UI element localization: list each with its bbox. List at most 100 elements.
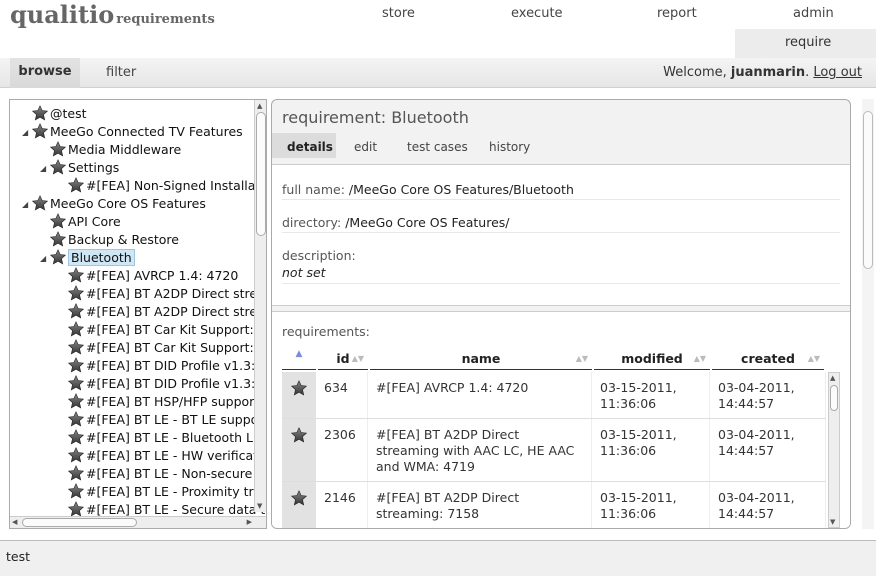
tree-node[interactable]: Media Middleware bbox=[40, 141, 181, 159]
sort-icon: ▲▼ bbox=[693, 354, 706, 363]
directory-value: /MeeGo Core OS Features/ bbox=[345, 215, 510, 230]
tree-node[interactable]: #[FEA] BT A2DP Direct streami bbox=[58, 285, 266, 303]
star-icon bbox=[67, 339, 85, 355]
logo-sub: requirements bbox=[116, 12, 215, 27]
expand-toggle-icon[interactable]: ◢ bbox=[40, 250, 50, 268]
tree-node[interactable]: ◢ Bluetooth bbox=[40, 249, 135, 267]
expand-toggle-icon[interactable]: ◢ bbox=[40, 160, 50, 178]
tree-node[interactable]: #[FEA] BT Car Kit Support: 716 bbox=[58, 339, 267, 357]
tree-node[interactable]: #[FEA] BT LE - BT LE support ir bbox=[58, 411, 266, 429]
tab-browse[interactable]: browse bbox=[10, 58, 80, 88]
tree-node[interactable]: ◢ MeeGo Connected TV Features bbox=[22, 123, 243, 141]
cell-name: #[FEA] BT A2DP Direct streaming with AAC… bbox=[370, 419, 592, 481]
tree-node-label: #[FEA] BT LE - HW verification bbox=[86, 448, 267, 463]
star-icon bbox=[67, 285, 85, 301]
star-icon bbox=[67, 375, 85, 391]
username: juanmarin bbox=[730, 65, 806, 80]
scroll-down-icon[interactable]: ▼ bbox=[257, 502, 262, 510]
tab-details[interactable]: details bbox=[287, 140, 333, 154]
tree-horizontal-scroll-thumb[interactable] bbox=[22, 518, 137, 527]
tree-node-label: #[FEA] BT Car Kit Support: 472 bbox=[86, 322, 267, 337]
tree-node[interactable]: ◢ MeeGo Core OS Features bbox=[22, 195, 206, 213]
star-icon bbox=[31, 105, 49, 121]
column-header-id[interactable]: id ▲▼ bbox=[318, 348, 368, 370]
star-icon bbox=[49, 231, 67, 247]
tree-node[interactable]: #[FEA] BT LE - Proximity tracki bbox=[58, 483, 266, 501]
column-header-created[interactable]: created ▲▼ bbox=[712, 348, 824, 370]
tree-node-label: API Core bbox=[68, 214, 121, 229]
star-icon bbox=[31, 195, 49, 211]
expand-toggle-icon[interactable]: ◢ bbox=[22, 124, 32, 142]
tree-node[interactable]: #[FEA] BT LE - HW verification bbox=[58, 447, 267, 465]
nav-require[interactable]: require bbox=[785, 35, 831, 50]
tree-node[interactable]: #[FEA] BT LE - Non-secure data bbox=[58, 465, 266, 483]
tree-vertical-scrollbar[interactable]: ▲ ▼ bbox=[254, 100, 266, 512]
nav-execute[interactable]: execute bbox=[511, 6, 563, 21]
sort-ascending-icon: ▲ bbox=[295, 349, 303, 359]
tree-vertical-scroll-thumb[interactable] bbox=[256, 112, 266, 236]
table-row[interactable]: 2306 #[FEA] BT A2DP Direct streaming with… bbox=[282, 419, 826, 482]
tree-node[interactable]: @test bbox=[22, 105, 87, 123]
star-icon bbox=[67, 447, 85, 463]
requirements-section: requirements: ▲ id ▲▼ name ▲▼ modified ▲… bbox=[272, 311, 850, 528]
column-header-name[interactable]: name ▲▼ bbox=[370, 348, 592, 370]
table-row[interactable]: 2146 #[FEA] BT A2DP Direct streaming: 715… bbox=[282, 482, 826, 528]
tree-node-label: Backup & Restore bbox=[68, 232, 179, 247]
requirements-tree[interactable]: @test ◢ MeeGo Connected TV Features Media M… bbox=[9, 99, 267, 529]
tree-node[interactable]: Backup & Restore bbox=[40, 231, 179, 249]
sort-icon: ▲▼ bbox=[575, 354, 588, 363]
welcome-prefix: Welcome, bbox=[663, 65, 727, 80]
page-vertical-scrollbar[interactable] bbox=[862, 99, 874, 529]
scroll-left-icon[interactable]: ◀ bbox=[12, 518, 17, 526]
table-row[interactable]: 634 #[FEA] AVRCP 1.4: 4720 03-15-2011, 11:… bbox=[282, 372, 826, 419]
scroll-right-icon[interactable]: ▶ bbox=[247, 518, 252, 526]
nav-store[interactable]: store bbox=[382, 6, 415, 21]
table-vertical-scrollbar[interactable]: ▲ ▼ bbox=[828, 372, 840, 528]
star-icon bbox=[49, 249, 67, 265]
star-cell bbox=[282, 419, 316, 481]
cell-name: #[FEA] BT A2DP Direct streaming: 7158 bbox=[370, 482, 592, 528]
tree-node-label: MeeGo Core OS Features bbox=[50, 196, 206, 211]
nav-admin[interactable]: admin bbox=[793, 6, 834, 21]
tree-node[interactable]: #[FEA] BT A2DP Direct streami bbox=[58, 303, 267, 321]
column-header-modified[interactable]: modified ▲▼ bbox=[594, 348, 710, 370]
cell-modified: 03-15-2011, 11:36:06 bbox=[594, 482, 710, 528]
tree-node[interactable]: #[FEA] BT HSP/HFP support: 7 bbox=[58, 393, 267, 411]
nav-report[interactable]: report bbox=[657, 6, 697, 21]
tree-node-label: Media Middleware bbox=[68, 142, 182, 157]
tree-node[interactable]: #[FEA] BT DID Profile v1.3: 471 bbox=[58, 357, 266, 375]
table-vertical-scroll-thumb[interactable] bbox=[830, 385, 838, 411]
tree-node-label: #[FEA] BT Car Kit Support: 716 bbox=[86, 340, 267, 355]
cell-modified: 03-15-2011, 11:36:06 bbox=[594, 419, 710, 481]
logo[interactable]: qualitio requirements bbox=[10, 0, 215, 29]
tree-horizontal-scrollbar[interactable]: ◀ ▶ bbox=[10, 516, 266, 528]
tab-edit[interactable]: edit bbox=[354, 140, 377, 154]
tree-node[interactable]: ◢ Settings bbox=[40, 159, 119, 177]
detail-title: requirement: Bluetooth bbox=[282, 108, 469, 127]
tree-node[interactable]: #[FEA] Non-Signed Installation bbox=[58, 177, 266, 195]
tree-node-label: #[FEA] BT HSP/HFP support: 7 bbox=[86, 394, 267, 409]
star-icon bbox=[67, 303, 85, 319]
tab-history[interactable]: history bbox=[489, 140, 530, 154]
tree-node[interactable]: #[FEA] BT DID Profile v1.3: 716 bbox=[58, 375, 266, 393]
column-header-star[interactable]: ▲ bbox=[282, 348, 316, 370]
full-name-value: /MeeGo Core OS Features/Bluetooth bbox=[348, 182, 574, 197]
tree-node[interactable]: API Core bbox=[40, 213, 121, 231]
expand-toggle-icon[interactable]: ◢ bbox=[22, 196, 32, 214]
full-name-label: full name: bbox=[282, 182, 345, 197]
star-icon bbox=[67, 321, 85, 337]
tree-node[interactable]: #[FEA] BT LE - Bluetooth LE de bbox=[58, 429, 267, 447]
tree-node-label: #[FEA] BT LE - Bluetooth LE de bbox=[86, 430, 267, 445]
tree-node-label: #[FEA] BT A2DP Direct streami bbox=[86, 304, 267, 319]
star-icon bbox=[67, 411, 85, 427]
tree-node[interactable]: #[FEA] AVRCP 1.4: 4720 bbox=[58, 267, 238, 285]
cell-created: 03-04-2011, 14:44:57 bbox=[712, 372, 826, 418]
logout-link[interactable]: Log out bbox=[813, 65, 862, 80]
tab-test-cases[interactable]: test cases bbox=[407, 140, 468, 154]
scroll-up-icon[interactable]: ▲ bbox=[830, 374, 835, 382]
scroll-up-icon[interactable]: ▲ bbox=[257, 102, 262, 110]
page-vertical-scroll-thumb[interactable] bbox=[863, 111, 873, 269]
scroll-down-icon[interactable]: ▼ bbox=[830, 518, 835, 526]
tab-filter[interactable]: filter bbox=[106, 65, 136, 80]
tree-node[interactable]: #[FEA] BT Car Kit Support: 472 bbox=[58, 321, 267, 339]
